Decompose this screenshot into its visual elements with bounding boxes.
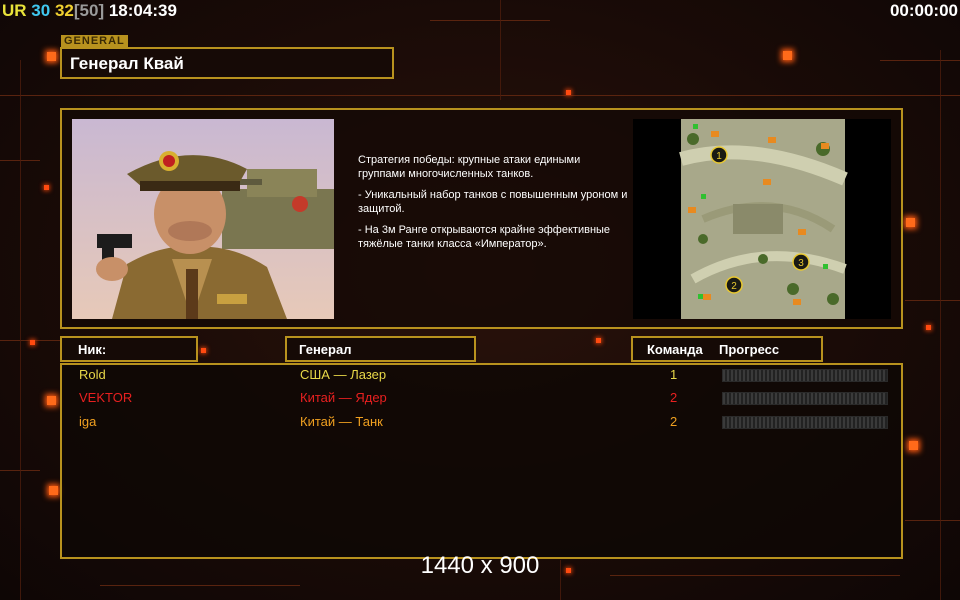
fps-current: 32 [54,1,74,20]
description-line: - Уникальный набор танков с повышенным у… [358,189,628,215]
top-bar: UR 30 32[50] 18:04:39 00:00:00 [0,0,960,22]
player-team: 2 [670,414,678,429]
player-general: Китай — Танк [300,414,383,429]
clock: 18:04:39 [108,1,177,20]
team-progress-header: Команда Прогресс [631,336,823,362]
player-progress-bar [722,392,888,405]
general-tag: GENERAL [61,35,128,47]
player-row[interactable]: VEKTOR Китай — Ядер 2 [62,388,901,410]
description-line: - На 3м Ранге открываются крайне эффекти… [358,224,611,250]
player-team: 2 [670,390,678,405]
map-start-marker: 3 [792,253,810,271]
map-start-marker: 2 [725,276,743,294]
game-timer: 00:00:00 [889,1,958,20]
general-description: Стратегия победы: крупные атаки едиными … [358,153,628,258]
fps-cap: [50] [73,1,105,20]
player-row[interactable]: Rold США — Лазер 1 [62,365,901,387]
map-preview[interactable]: 1 2 3 [633,119,891,319]
map-start-marker: 1 [710,146,728,164]
player-nick: iga [79,414,97,429]
description-line: Стратегия победы: крупные атаки едиными … [358,154,581,180]
player-general: Китай — Ядер [300,390,387,405]
general-name: Генерал Квай [70,54,184,73]
player-nick: VEKTOR [79,390,133,405]
player-row[interactable]: iga Китай — Танк 2 [62,412,901,434]
resolution-label: 1440 x 900 [420,552,540,579]
general-portrait [72,119,334,319]
nick-header: Ник: [60,336,198,362]
general-header: Генерал [285,336,476,362]
svg-text:2: 2 [731,281,737,292]
player-team: 1 [670,367,678,382]
players-list: Rold США — Лазер 1 VEKTOR Китай — Ядер 2… [60,363,903,559]
fps-value: 30 [31,1,51,20]
ur-label: UR [2,1,27,20]
svg-text:1: 1 [716,151,722,162]
player-progress-bar [722,416,888,429]
progress-header-label: Прогресс [719,342,780,357]
player-general: США — Лазер [300,367,387,382]
svg-text:3: 3 [798,258,804,269]
fps-counter: UR 30 32[50] 18:04:39 [2,1,177,21]
general-header-label: Генерал [299,342,352,357]
portrait-image [72,119,334,319]
team-header-label: Команда [647,342,703,357]
player-progress-bar [722,369,888,382]
general-title-box: Генерал Квай [60,47,394,79]
player-nick: Rold [79,367,106,382]
nick-header-label: Ник: [78,342,107,357]
map-image: 1 2 3 [679,119,848,319]
